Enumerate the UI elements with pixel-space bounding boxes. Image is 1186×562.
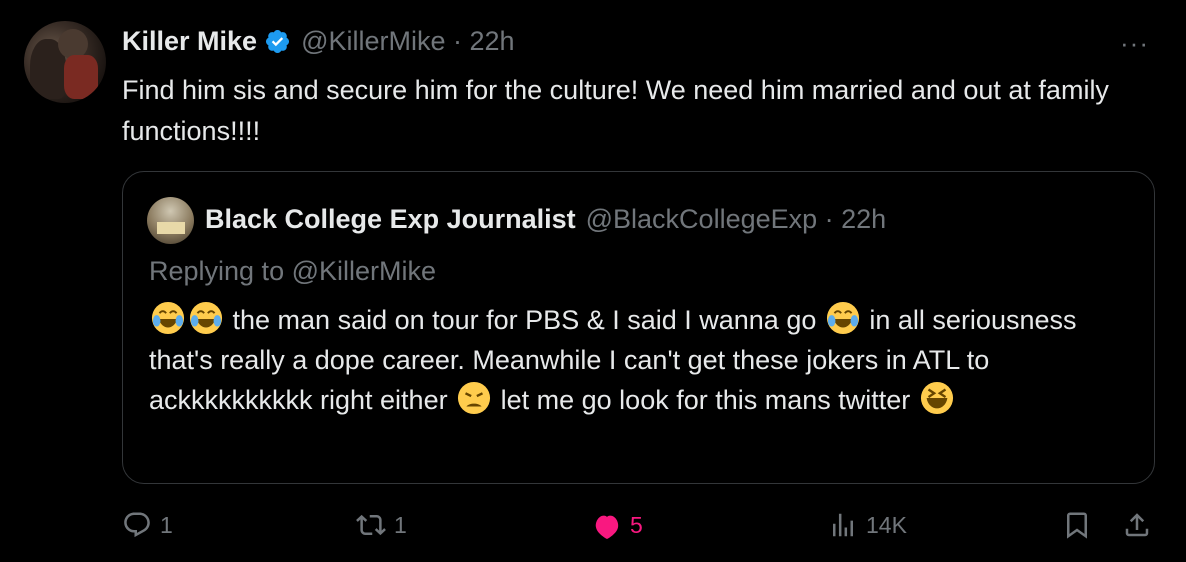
action-bar: 1 1 5 14K xyxy=(0,510,1186,550)
views-icon xyxy=(833,513,853,537)
joy-emoji xyxy=(189,301,223,335)
views-button[interactable]: 14K xyxy=(828,510,907,540)
bookmark-button[interactable] xyxy=(1062,510,1100,540)
quoted-text-part: the man said on tour for PBS & I said I … xyxy=(232,305,817,335)
more-icon[interactable]: ··· xyxy=(1120,28,1149,59)
joy-emoji xyxy=(826,301,859,335)
quoted-tweet-text: the man said on tour for PBS & I said I … xyxy=(149,300,1129,420)
like-count: 5 xyxy=(630,511,643,538)
tweet-header: Killer Mike @KillerMike · 22h xyxy=(122,26,515,57)
reply-icon xyxy=(124,512,150,538)
quoted-author-avatar xyxy=(147,197,194,244)
author-name[interactable]: Killer Mike xyxy=(122,26,257,57)
replying-to: Replying to @KillerMike xyxy=(149,256,437,286)
joy-emoji xyxy=(151,301,185,335)
verified-badge-icon xyxy=(266,29,290,54)
avatar-figure xyxy=(157,222,185,234)
tweet-text: Find him sis and secure him for the cult… xyxy=(122,75,1109,146)
like-icon xyxy=(595,515,619,540)
quoted-tweet-header: Black College Exp Journalist @BlackColle… xyxy=(205,204,886,235)
quoted-author-handle-time: @BlackCollegeExp · 22h xyxy=(585,204,887,234)
repost-button[interactable]: 1 xyxy=(356,510,407,540)
quoted-tweet[interactable]: Black College Exp Journalist @BlackColle… xyxy=(122,171,1155,484)
quoted-text-part: let me go look for this mans twitter xyxy=(500,385,911,415)
avatar-figure xyxy=(64,55,98,99)
laughing-emoji xyxy=(920,381,953,415)
reply-button[interactable]: 1 xyxy=(122,510,173,540)
reply-count: 1 xyxy=(160,511,173,538)
repost-icon xyxy=(356,514,386,536)
quoted-author-name: Black College Exp Journalist xyxy=(205,204,576,234)
views-count: 14K xyxy=(866,511,907,538)
repost-count: 1 xyxy=(394,511,407,538)
author-avatar[interactable] xyxy=(24,21,106,103)
bookmark-icon xyxy=(1067,512,1087,539)
weary-emoji xyxy=(458,381,491,415)
share-button[interactable] xyxy=(1122,510,1160,540)
like-button[interactable]: 5 xyxy=(592,510,643,540)
share-icon xyxy=(1125,513,1149,537)
author-handle-time[interactable]: @KillerMike · 22h xyxy=(301,26,514,57)
